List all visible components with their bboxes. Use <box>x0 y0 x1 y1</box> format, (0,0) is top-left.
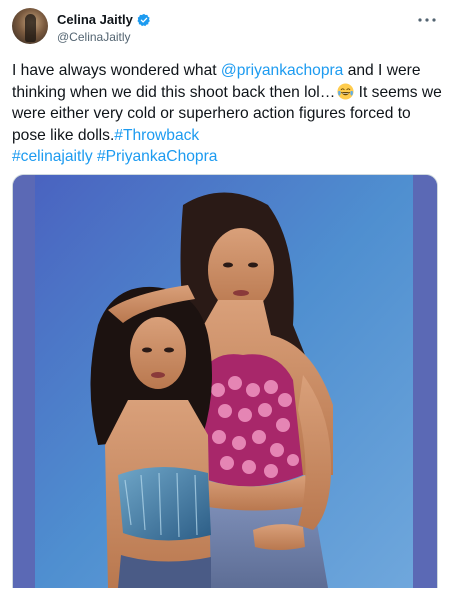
author-handle[interactable]: @CelinaJaitly <box>57 30 131 44</box>
verified-badge-icon <box>137 13 150 26</box>
hashtag-priyankachopra-link[interactable]: #PriyankaChopra <box>97 148 218 165</box>
tweet-text-part1: I have always wondered what <box>12 62 221 79</box>
avatar-figure <box>25 14 36 42</box>
author-avatar[interactable] <box>12 8 48 44</box>
author-name[interactable]: Celina Jaitly <box>57 12 133 27</box>
hashtag-celinajaitly-link[interactable]: #celinajaitly <box>12 148 93 165</box>
author-name-row[interactable]: Celina Jaitly <box>57 12 151 27</box>
more-options-icon[interactable] <box>417 10 437 30</box>
face-with-tears-of-joy-icon <box>337 82 354 100</box>
photo-two-women-posing[interactable] <box>13 175 437 588</box>
tweet-text: I have always wondered what @priyankacho… <box>12 60 442 168</box>
hashtag-throwback-link[interactable]: #Throwback <box>114 127 199 144</box>
mention-link[interactable]: @priyankachopra <box>221 62 343 79</box>
tweet-media[interactable] <box>12 174 438 588</box>
tweet-header: Celina Jaitly @CelinaJaitly <box>0 0 451 52</box>
